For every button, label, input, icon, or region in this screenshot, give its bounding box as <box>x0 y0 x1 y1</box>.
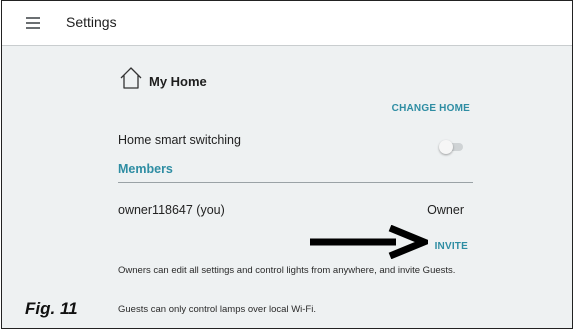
page-title: Settings <box>66 14 117 30</box>
guests-info-text: Guests can only control lamps over local… <box>118 304 316 315</box>
home-smart-switching-label: Home smart switching <box>118 133 241 147</box>
settings-screen: Settings My Home CHANGE HOME Home smart … <box>1 0 573 329</box>
right-arrow-annotation <box>310 225 428 259</box>
change-home-link[interactable]: CHANGE HOME <box>392 103 470 114</box>
figure-label: Fig. 11 <box>25 299 78 318</box>
home-name: My Home <box>149 74 207 89</box>
members-divider <box>118 182 473 183</box>
members-section-header: Members <box>118 162 173 176</box>
toggle-thumb <box>439 140 453 154</box>
home-smart-switching-toggle[interactable] <box>439 140 465 154</box>
member-name: owner118647 (you) <box>118 203 225 217</box>
member-role: Owner <box>427 203 464 217</box>
owners-info-text: Owners can edit all settings and control… <box>118 265 456 276</box>
home-icon <box>120 67 142 89</box>
invite-link[interactable]: INVITE <box>435 241 468 252</box>
app-bar: Settings <box>2 1 572 46</box>
hamburger-menu-icon[interactable] <box>26 17 40 29</box>
